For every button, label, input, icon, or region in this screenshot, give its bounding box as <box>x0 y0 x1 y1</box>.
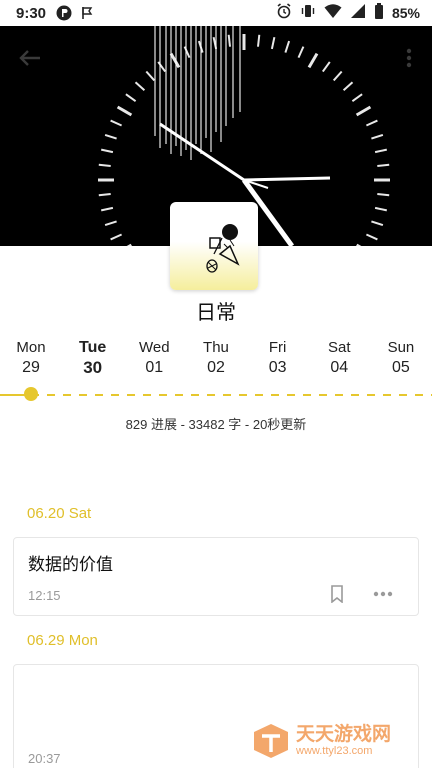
watermark-url: www.ttyl23.com <box>296 745 373 757</box>
notebook-cover[interactable] <box>170 202 258 290</box>
watermark-text: 天天游戏网 www.ttyl23.com <box>296 724 392 758</box>
more-horizontal-icon <box>373 591 393 597</box>
overflow-menu-button[interactable] <box>404 46 414 70</box>
week-selector: Mon 29 Tue 30 Wed 01 Thu 02 Fri 03 Sat 04 Sun 0… <box>0 340 432 378</box>
day-number: 29 <box>22 359 40 376</box>
day-name: Sat <box>328 339 351 356</box>
entry-time: 12:15 <box>28 588 61 603</box>
more-vertical-icon <box>406 48 412 68</box>
battery-percent: 85% <box>391 5 420 21</box>
watermark-logo-icon <box>254 724 288 758</box>
day-number: 01 <box>145 359 164 376</box>
app-notification-icon <box>56 5 72 21</box>
notebook-title: 日常 <box>196 302 236 324</box>
day-name: Tue <box>79 339 107 356</box>
signal-icon <box>350 3 366 24</box>
flag-icon <box>80 6 94 20</box>
day-sun[interactable]: Sun 05 <box>378 340 424 378</box>
day-name: Sun <box>387 339 415 356</box>
entry-card[interactable]: 数据的价值 12:15 <box>13 537 419 616</box>
day-name: Mon <box>16 339 46 356</box>
bookmark-icon <box>331 585 343 603</box>
back-button[interactable] <box>16 46 44 70</box>
vibrate-icon <box>300 3 316 24</box>
wifi-icon <box>324 3 342 24</box>
notebook-detail-screen: 9:30 85% 日常 Mon 29 Tue 30 Wed 01 Thu 02 … <box>0 0 432 768</box>
entry-date-header: 06.20 Sat <box>27 505 92 522</box>
day-name: Wed <box>139 339 170 356</box>
day-name: Thu <box>203 339 229 356</box>
battery-icon <box>374 2 384 24</box>
timeline-handle[interactable] <box>24 387 38 401</box>
status-right: 85% <box>276 2 420 24</box>
entry-more-button[interactable] <box>372 584 394 604</box>
day-number: 04 <box>330 359 349 376</box>
day-tue[interactable]: Tue 30 <box>70 340 116 378</box>
arrow-left-icon <box>19 50 40 66</box>
day-number: 02 <box>207 359 225 376</box>
notebook-stats: 829 进展 - 33482 字 - 20秒更新 <box>125 417 307 432</box>
day-fri[interactable]: Fri 03 <box>255 340 301 378</box>
day-number: 30 <box>83 358 103 377</box>
alarm-icon <box>276 2 292 24</box>
entry-title: 数据的价值 <box>28 555 113 574</box>
entry-date-header: 06.29 Mon <box>27 632 98 649</box>
day-number: 05 <box>392 359 410 376</box>
watermark-title: 天天游戏网 <box>296 724 392 745</box>
status-time: 9:30 <box>16 4 47 22</box>
timeline-track <box>31 394 432 396</box>
day-sat[interactable]: Sat 04 <box>316 340 362 378</box>
doodle-illustration-icon <box>206 224 240 273</box>
entry-time: 20:37 <box>28 751 61 766</box>
week-timeline <box>0 394 432 396</box>
bookmark-button[interactable] <box>328 584 346 604</box>
day-name: Fri <box>268 339 287 356</box>
day-wed[interactable]: Wed 01 <box>131 340 177 378</box>
site-watermark: 天天游戏网 www.ttyl23.com <box>252 720 428 762</box>
day-mon[interactable]: Mon 29 <box>8 340 54 378</box>
day-number: 03 <box>268 359 287 376</box>
day-thu[interactable]: Thu 02 <box>193 340 239 378</box>
status-bar: 9:30 85% <box>0 0 432 26</box>
